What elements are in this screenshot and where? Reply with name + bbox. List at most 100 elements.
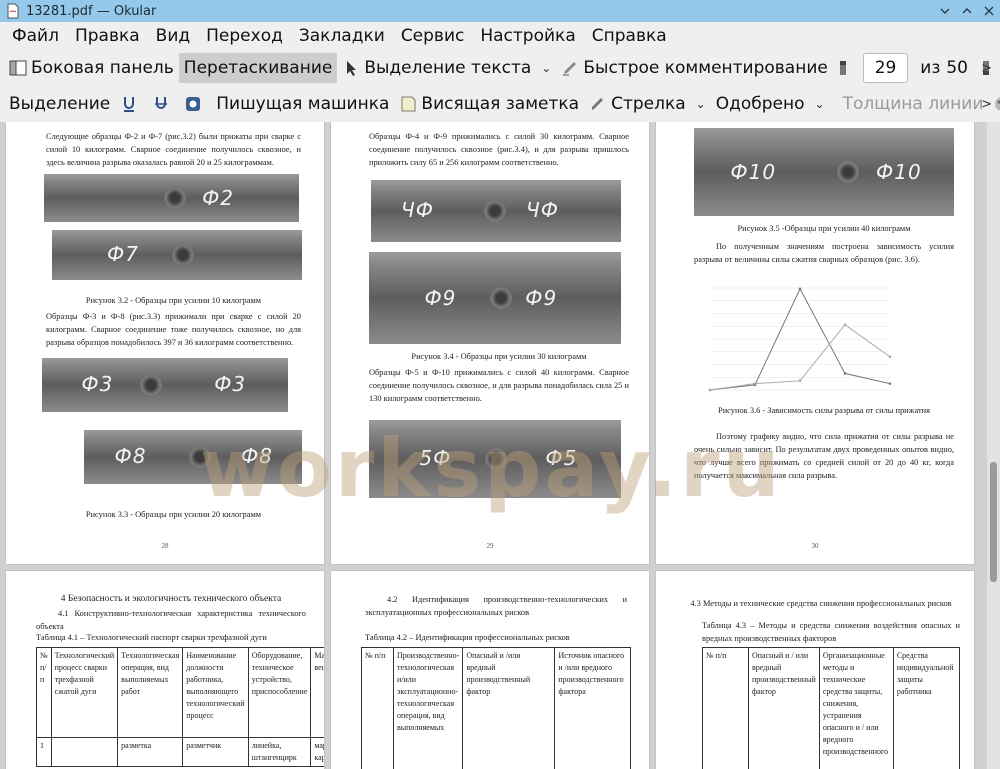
browse-tool-button[interactable]: Перетаскивание [178,53,338,83]
line-chart [708,287,892,392]
line-width-button[interactable]: Толщина линии [838,89,989,119]
page-30: Ф10 Ф10 Рисунок 3.5 -Образцы при усилии … [656,122,974,564]
stamp-icon [184,95,202,113]
strikeout-tool-button[interactable] [147,89,179,119]
arrow-label: Стрелка [611,94,686,114]
table-cell [50,737,119,767]
table-cell: линейка, штангенцирк [247,737,312,767]
selection-tool-button[interactable]: Выделение [4,89,115,119]
page-31: 4 Безопасность и экологичность техническ… [6,571,324,769]
scrollbar-thumb[interactable] [990,462,997,582]
document-view[interactable]: Следующие образцы Ф-2 и Ф-7 (рис.3.2) бы… [0,122,987,769]
table-header-row: № п/п Производственно-технологическая и/… [361,647,631,769]
chart-series-line [709,287,891,391]
table-header-cell: Источник опасного и /или вредного произв… [554,647,631,769]
arrow-tool-button[interactable]: Стрелка ⌄ [584,89,711,119]
vertical-scrollbar[interactable] [987,122,1000,769]
menu-settings[interactable]: Настройка [472,22,583,50]
page-32: 4.2 Идентификация производственно-технол… [331,571,649,769]
table-cell: разметчик [182,737,249,767]
sample-photo: Ф8 Ф8 [84,430,302,484]
page-number-input[interactable]: 29 [862,53,909,83]
sidebar-toggle-button[interactable]: Боковая панель [4,53,179,83]
browse-tool-label: Перетаскивание [183,58,333,78]
figure-caption: Рисунок 3.2 - Образцы при усилии 10 кило… [85,296,262,305]
table-caption: Таблица 4.3 – Методы и средства снижения… [702,621,960,643]
close-button[interactable] [978,0,1000,22]
note-icon [399,95,417,113]
photo-label: ЧФ [526,198,559,222]
sidebar-label: Боковая панель [31,58,174,78]
figure-caption: Рисунок 3.6 - Зависимость силы разрыва о… [718,406,930,415]
main-toolbar: Боковая панель Перетаскивание Выделение … [0,50,1000,86]
table-header-cell: Технологический процесс сварки трехфазно… [50,647,119,738]
pdf-file-icon [6,3,20,19]
table-header-cell: Материалы, вещества [310,647,324,738]
chevron-down-icon[interactable]: ⌄ [541,61,551,75]
paragraph: Поэтому графику видно, что сила прижатия… [694,432,954,480]
menu-go[interactable]: Переход [198,22,291,50]
photo-label: Ф8 [114,444,147,468]
minimize-button[interactable] [934,0,956,22]
menu-tools[interactable]: Сервис [393,22,473,50]
highlighter-icon [561,59,579,77]
previous-page-button[interactable] [833,53,857,83]
table-header-cell: № п/п [36,647,52,738]
table-caption: Таблица 4.1 – Технологический паспорт св… [36,633,267,642]
title-bar: 13281.pdf — Okular [0,0,1000,22]
toolbar-overflow-icon[interactable]: > [981,97,992,112]
text-select-tool-button[interactable]: Выделение текста ⌄ [337,53,556,83]
table-caption: Таблица 4.2 – Идентификация профессионал… [365,633,570,642]
sample-photo: Ф2 [44,174,299,222]
table-row: 1 разметка разметчик линейка, штангенцир… [36,737,324,767]
page-29: Образцы Ф-4 и Ф-9 прижимались с силой 30… [331,122,649,564]
quick-annotations-button[interactable]: Быстрое комментирование [556,53,832,83]
previous-page-icon [838,59,848,77]
table-header-row: № п/п Технологический процесс сварки тре… [36,647,324,738]
table-header-cell: Средства индивидуальной защиты работника [892,647,961,769]
stamp-tool-button[interactable] [179,89,211,119]
photo-label: Ф10 [876,160,922,184]
maximize-button[interactable] [956,0,978,22]
typewriter-label: Пишущая машинка [216,94,390,114]
window-title: 13281.pdf — Okular [26,3,157,19]
chart-series [708,287,892,392]
menu-file[interactable]: Файл [4,22,67,50]
photo-label: 5Ф [419,446,452,470]
section-heading: 4.3 Методы и технические средства снижен… [690,599,952,608]
table-header-cell: Наименование должности работника, выполн… [182,647,249,738]
photo-label: Ф8 [240,444,273,468]
page-33: 4.3 Методы и технические средства снижен… [656,571,974,769]
page-of-label: из [920,58,941,78]
page-number: 28 [161,542,169,550]
data-table: № п/п Технологический процесс сварки тре… [36,647,324,767]
toolbar-overflow-icon[interactable]: > [981,61,992,76]
chart-point [753,382,757,385]
section-heading: 4 Безопасность и экологичность техническ… [60,594,282,604]
cursor-icon [342,59,360,77]
table-header-cell: Технологическая операция, вид выполняемы… [117,647,184,738]
maximize-icon [962,8,972,14]
figure-caption: Рисунок 3.5 -Образцы при усилии 40 килог… [737,224,911,233]
stamp-approved-button[interactable]: Одобрено ⌄ [711,89,830,119]
table-cell: 1 [36,737,52,767]
menu-edit[interactable]: Правка [67,22,148,50]
underline-tool-button[interactable] [115,89,147,119]
table-header-cell: Оборудование, техническое устройство, пр… [247,647,312,738]
menu-help[interactable]: Справка [584,22,675,50]
sticky-note-tool-button[interactable]: Висящая заметка [394,89,584,119]
menu-bookmarks[interactable]: Закладки [291,22,393,50]
sample-photo: Ф7 [52,230,302,280]
okular-window: 13281.pdf — Okular Файл Правка Вид Перех… [0,0,1000,769]
data-table: № п/п Производственно-технологическая и/… [361,647,631,769]
typewriter-tool-button[interactable]: Пишущая машинка [211,89,394,119]
table-header-row: № п/п Опасный и / или вредный производст… [702,647,961,769]
menu-view[interactable]: Вид [148,22,198,50]
photo-label: Ф3 [214,372,247,396]
chart-point [798,379,802,383]
chevron-down-icon[interactable]: ⌄ [696,97,706,111]
photo-label: Ф5 [545,446,578,470]
chevron-down-icon[interactable]: ⌄ [815,97,825,111]
paragraph: По полученным значениям построена зависи… [694,242,954,264]
sample-photo: 5Ф Ф5 [369,420,621,498]
